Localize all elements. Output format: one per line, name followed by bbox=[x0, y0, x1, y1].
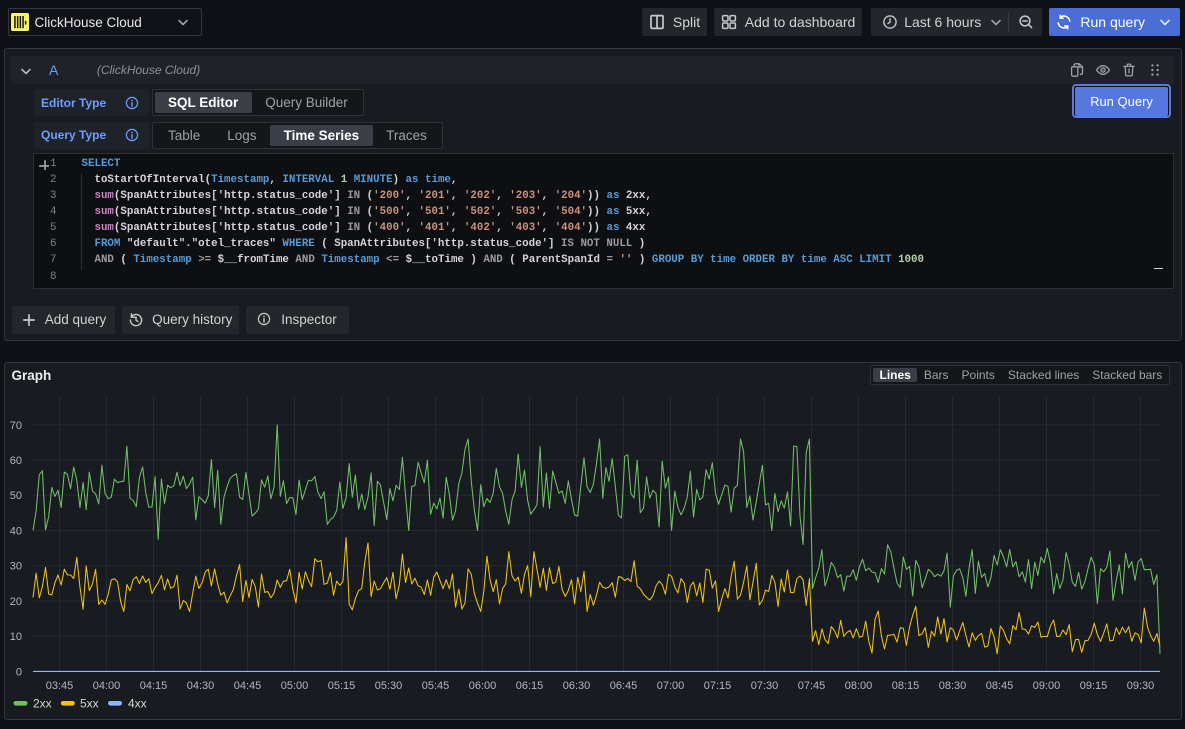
svg-text:4xx: 4xx bbox=[128, 697, 147, 711]
svg-text:07:00: 07:00 bbox=[657, 680, 685, 692]
svg-text:07:30: 07:30 bbox=[751, 680, 779, 692]
svg-text:09:30: 09:30 bbox=[1127, 680, 1155, 692]
svg-text:08:15: 08:15 bbox=[892, 680, 920, 692]
svg-text:04:45: 04:45 bbox=[234, 680, 262, 692]
svg-text:30: 30 bbox=[10, 561, 22, 573]
svg-text:20: 20 bbox=[10, 596, 22, 608]
svg-text:5xx: 5xx bbox=[80, 697, 99, 711]
svg-text:06:30: 06:30 bbox=[563, 680, 591, 692]
svg-text:09:00: 09:00 bbox=[1033, 680, 1061, 692]
svg-text:04:15: 04:15 bbox=[140, 680, 168, 692]
svg-text:04:00: 04:00 bbox=[93, 680, 121, 692]
svg-text:0: 0 bbox=[16, 666, 22, 678]
svg-text:05:45: 05:45 bbox=[422, 680, 450, 692]
svg-text:04:30: 04:30 bbox=[187, 680, 215, 692]
svg-text:2xx: 2xx bbox=[33, 697, 52, 711]
svg-text:06:15: 06:15 bbox=[516, 680, 544, 692]
svg-text:06:00: 06:00 bbox=[469, 680, 497, 692]
svg-text:06:45: 06:45 bbox=[610, 680, 638, 692]
svg-text:05:15: 05:15 bbox=[328, 680, 356, 692]
svg-text:08:00: 08:00 bbox=[845, 680, 873, 692]
svg-text:03:45: 03:45 bbox=[46, 680, 74, 692]
svg-text:09:15: 09:15 bbox=[1080, 680, 1108, 692]
svg-text:50: 50 bbox=[10, 490, 22, 502]
svg-text:08:45: 08:45 bbox=[986, 680, 1014, 692]
svg-text:60: 60 bbox=[10, 455, 22, 467]
svg-text:05:00: 05:00 bbox=[281, 680, 309, 692]
svg-text:08:30: 08:30 bbox=[939, 680, 967, 692]
svg-text:10: 10 bbox=[10, 631, 22, 643]
svg-text:70: 70 bbox=[10, 420, 22, 432]
svg-text:40: 40 bbox=[10, 525, 22, 537]
svg-text:05:30: 05:30 bbox=[375, 680, 403, 692]
svg-text:07:15: 07:15 bbox=[704, 680, 732, 692]
svg-text:07:45: 07:45 bbox=[798, 680, 826, 692]
